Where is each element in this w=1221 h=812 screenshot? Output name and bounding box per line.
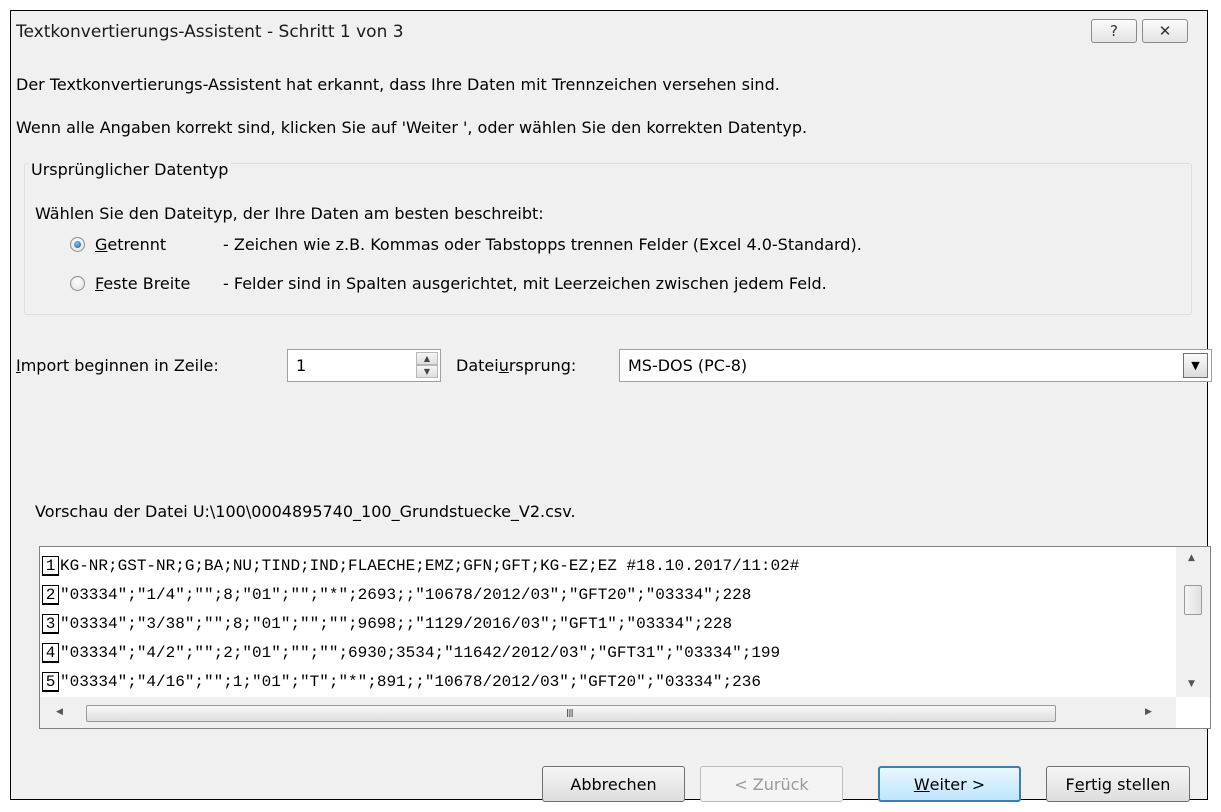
preview-lines: 1 KG-NR;GST-NR;G;BA;NU;TIND;IND;FLAECHE;E… bbox=[40, 547, 1176, 697]
spinner-up-button[interactable]: ▲ bbox=[416, 352, 438, 365]
help-button[interactable]: ? bbox=[1091, 19, 1137, 43]
back-button[interactable]: < Zurück bbox=[700, 766, 843, 802]
file-origin-label: Dateiursprung: bbox=[456, 356, 577, 375]
preview-line: 1 KG-NR;GST-NR;G;BA;NU;TIND;IND;FLAECHE;E… bbox=[42, 556, 799, 576]
import-start-row-spinner[interactable]: 1 ▲ ▼ bbox=[287, 349, 441, 382]
chevron-up-icon: ▲ bbox=[423, 354, 431, 363]
radio-fixed-width-label[interactable]: Feste Breite bbox=[95, 274, 223, 293]
radio-delimited-description: - Zeichen wie z.B. Kommas oder Tabstopps… bbox=[223, 234, 862, 254]
help-icon: ? bbox=[1110, 22, 1118, 40]
radio-delimited-label[interactable]: Getrennt bbox=[95, 235, 223, 254]
chevron-down-icon: ▼ bbox=[423, 367, 431, 376]
preview-line: 3 "03334";"3/38";"";8;"01";"";"";9698;;"1… bbox=[42, 614, 732, 634]
data-type-legend: Ursprünglicher Datentyp bbox=[28, 160, 232, 179]
next-button[interactable]: Weiter > bbox=[878, 766, 1021, 802]
detection-message: Der Textkonvertierungs-Assistent hat erk… bbox=[16, 75, 780, 94]
preview-vertical-scrollbar[interactable]: ▲ ▼ bbox=[1176, 547, 1210, 697]
title-bar: Textkonvertierungs-Assistent - Schritt 1… bbox=[11, 11, 1207, 55]
preview-line: 2 "03334";"1/4";"";8;"01";"";"*";2693;;"1… bbox=[42, 585, 751, 605]
radio-fixed-width-description: - Felder sind in Spalten ausgerichtet, m… bbox=[223, 273, 827, 293]
cancel-button[interactable]: Abbrechen bbox=[542, 766, 685, 802]
data-type-prompt: Wählen Sie den Dateityp, der Ihre Daten … bbox=[35, 204, 544, 223]
preview-line: 4 "03334";"4/2";"";2;"01";"";"";6930;3534… bbox=[42, 643, 780, 663]
import-start-row-value[interactable]: 1 bbox=[296, 356, 306, 375]
preview-line: 5 "03334";"4/16";"";1;"01";"T";"*";891;;"… bbox=[42, 672, 761, 692]
file-origin-value[interactable]: MS-DOS (PC-8) bbox=[628, 356, 747, 375]
radio-delimited-indicator[interactable] bbox=[70, 236, 85, 252]
preview-horizontal-scrollbar[interactable]: ◀ III ▶ bbox=[40, 697, 1176, 728]
preview-label: Vorschau der Datei U:\100\0004895740_100… bbox=[35, 502, 576, 521]
grip-icon: III bbox=[566, 707, 574, 720]
spinner-buttons: ▲ ▼ bbox=[416, 352, 438, 379]
import-start-row-label: Import beginnen in Zeile: bbox=[16, 356, 219, 375]
dropdown-arrow-icon: ▼ bbox=[1191, 359, 1200, 372]
window-title: Textkonvertierungs-Assistent - Schritt 1… bbox=[16, 22, 404, 42]
scroll-right-icon[interactable]: ▶ bbox=[1145, 707, 1152, 717]
scroll-left-icon[interactable]: ◀ bbox=[56, 707, 63, 717]
scroll-down-icon[interactable]: ▼ bbox=[1188, 679, 1195, 689]
text-import-wizard-dialog: Textkonvertierungs-Assistent - Schritt 1… bbox=[10, 10, 1212, 802]
horizontal-scroll-thumb[interactable]: III bbox=[86, 705, 1056, 722]
finish-button[interactable]: Fe rtig stellen bbox=[1046, 766, 1190, 802]
scroll-up-icon[interactable]: ▲ bbox=[1188, 553, 1195, 563]
close-icon: ✕ bbox=[1158, 22, 1172, 40]
file-origin-dropdown-button[interactable]: ▼ bbox=[1183, 353, 1208, 378]
file-origin-dropdown[interactable]: MS-DOS (PC-8) ▼ bbox=[619, 349, 1212, 382]
instruction-message: Wenn alle Angaben korrekt sind, klicken … bbox=[16, 118, 808, 137]
close-button[interactable]: ✕ bbox=[1142, 19, 1188, 43]
radio-delimited[interactable]: Getrennt - Zeichen wie z.B. Kommas oder … bbox=[70, 233, 862, 255]
radio-fixed-width[interactable]: Feste Breite - Felder sind in Spalten au… bbox=[70, 272, 827, 294]
radio-fixed-width-indicator[interactable] bbox=[70, 275, 85, 291]
file-preview-box[interactable]: 1 KG-NR;GST-NR;G;BA;NU;TIND;IND;FLAECHE;E… bbox=[39, 546, 1211, 729]
vertical-scroll-thumb[interactable] bbox=[1184, 585, 1202, 615]
spinner-down-button[interactable]: ▼ bbox=[416, 365, 438, 378]
